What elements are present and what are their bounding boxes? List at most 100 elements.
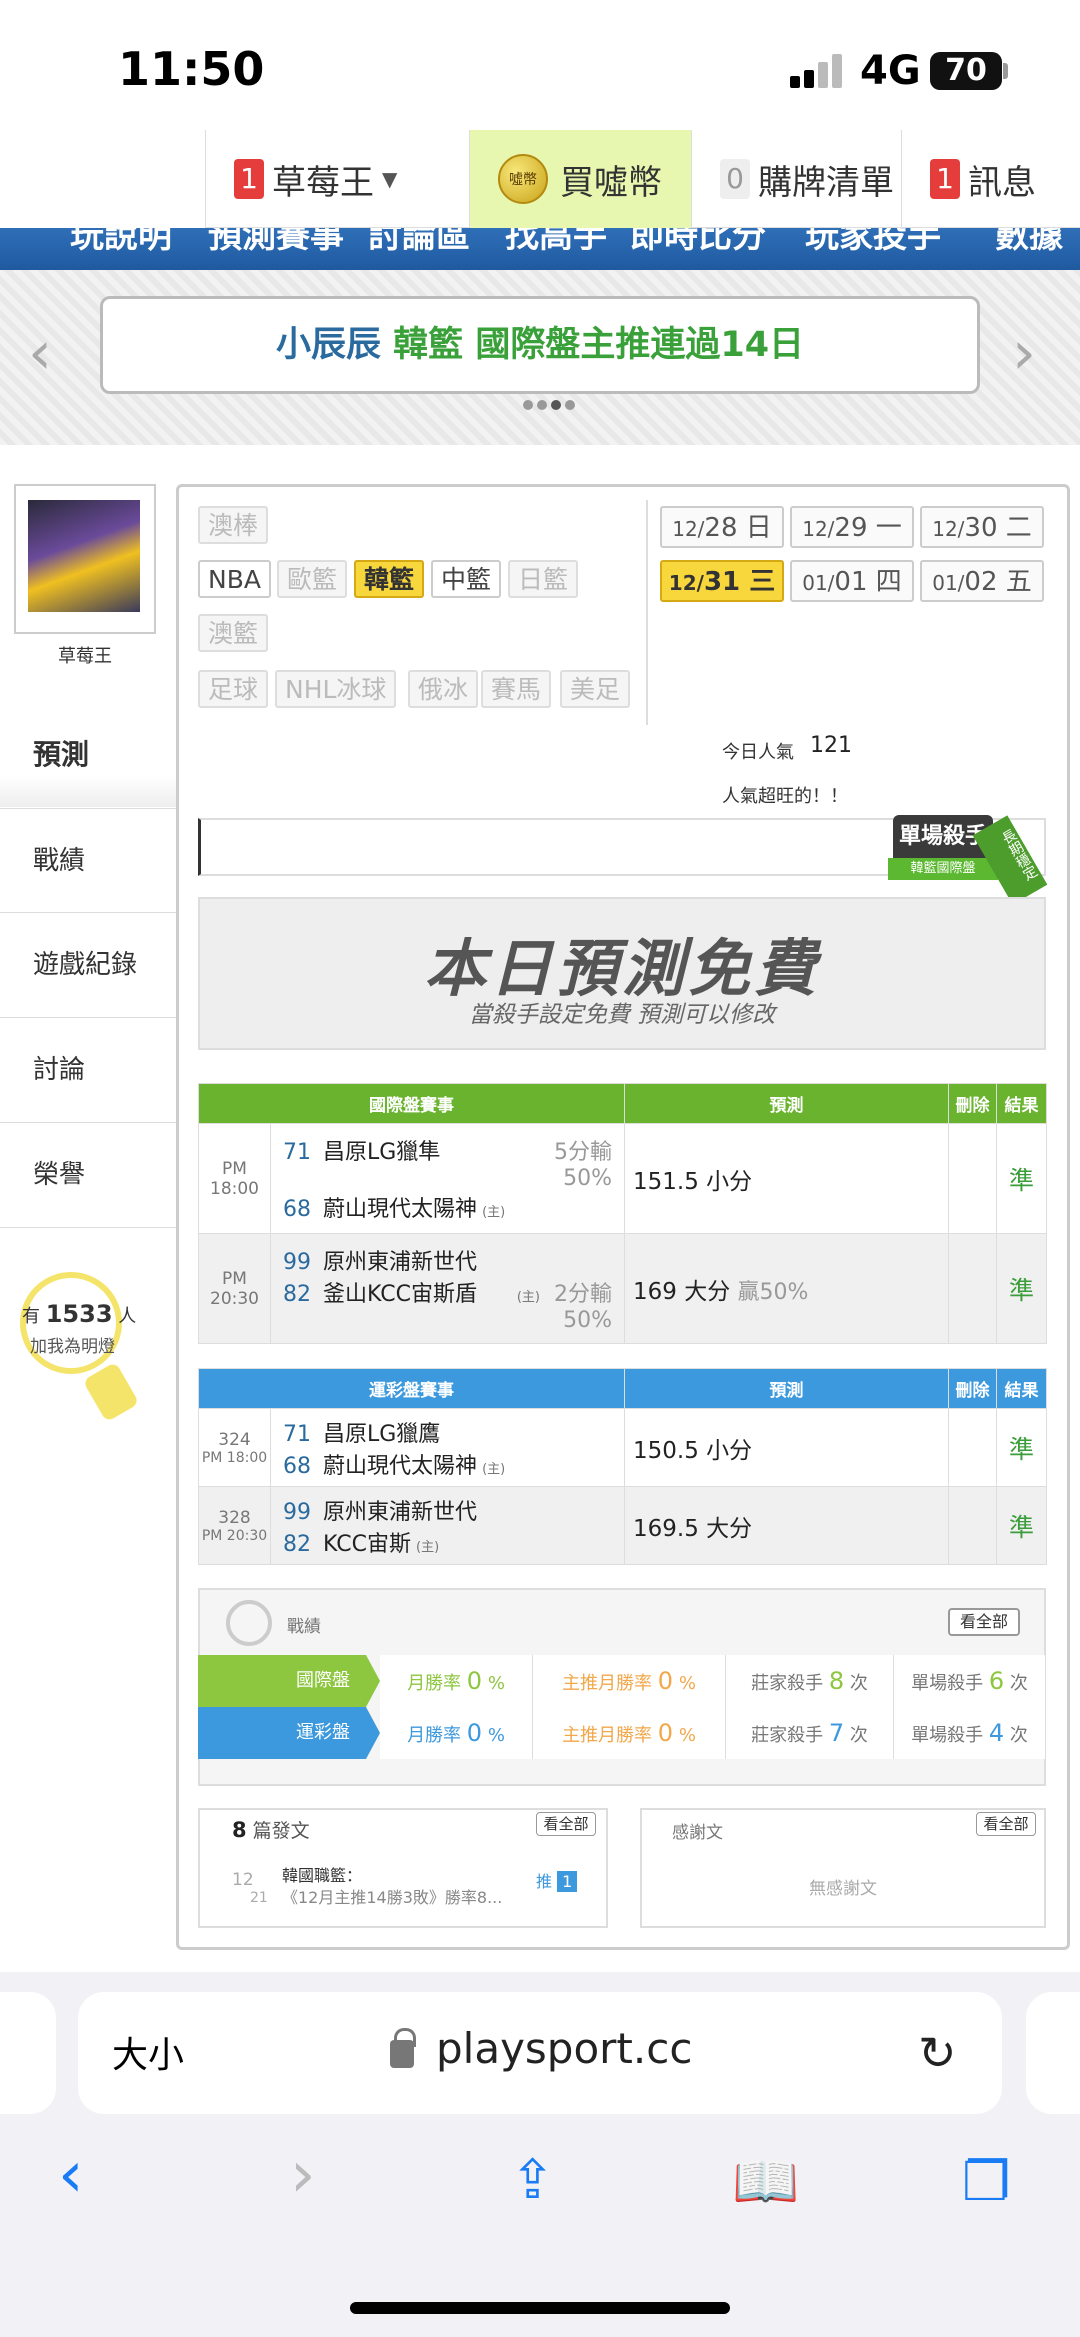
popularity-label: 今日人氣 (722, 742, 794, 763)
home-indicator (350, 2302, 730, 2314)
bookmarks-icon[interactable]: 📖 (732, 2150, 799, 2214)
main-menu: 玩說明 預測賽事 討論區 找高手 即時比分 玩家投手 數據 (0, 228, 1080, 270)
user-menu[interactable]: 1 草莓王 ▼ (205, 130, 469, 228)
intl-table: 國際盤賽事 預測 刪除 結果 PM 18:00 71 昌原LG獵隼 5分輸 50% … (198, 1083, 1047, 1344)
league-tag[interactable]: 美足 (560, 670, 631, 708)
date-button[interactable]: 12/29 一 (790, 506, 914, 548)
lottery-table: 運彩盤賽事 預測 刪除 結果 324 PM 18:00 71 昌原LG獵鷹 68 蔚山… (198, 1368, 1047, 1565)
intl-header: 國際盤賽事 (198, 1083, 625, 1124)
lock-icon (390, 2028, 416, 2068)
signal-icon (790, 54, 850, 88)
league-tag[interactable]: 足球 (198, 670, 269, 708)
chevron-right-icon[interactable]: › (1012, 318, 1036, 388)
free-subtitle: 當殺手設定免費 預測可以修改 (468, 1002, 776, 1028)
table-row[interactable]: PM 18:00 71 昌原LG獵隼 5分輸 50% 68 蔚山現代太陽神 (主) 1… (198, 1123, 1047, 1234)
league-tag[interactable]: 歐籃 (277, 560, 348, 598)
table-row[interactable]: 328 PM 20:30 99 原州東浦新世代 82 KCC宙斯 (主) 169.5 … (198, 1486, 1047, 1565)
banner-league: 韓籃 (393, 325, 464, 365)
status-bar: 11:50 4G 70 (0, 0, 1080, 130)
menu-item[interactable]: 即時比分 (630, 228, 766, 257)
battery-icon: 70 (930, 52, 1002, 90)
record-title: 戰績 (287, 1617, 321, 1637)
lottery-header: 運彩盤賽事 (198, 1368, 625, 1409)
tabs-icon[interactable]: ❐ (962, 2150, 1010, 2213)
user-label: 草莓王 (272, 162, 374, 203)
table-row[interactable]: PM 20:30 99 原州東浦新世代 82 釜山KCC宙斯盾 (主) 2分輸 50% … (198, 1233, 1047, 1344)
post-title[interactable]: 韓國職籃： (282, 1862, 362, 1886)
post-snippet[interactable]: 《12月主推14勝3敗》勝率8... (282, 1884, 502, 1908)
menu-item[interactable]: 數據 (995, 228, 1063, 257)
top-nav: 1 草莓王 ▼ 噓幣 買噓幣 0 購牌清單 1 訊息 (205, 130, 1080, 228)
date-button[interactable]: 01/02 五 (920, 560, 1044, 602)
buy-coin-button[interactable]: 噓幣 買噓幣 (469, 130, 691, 228)
status-time: 11:50 (118, 42, 265, 96)
back-icon[interactable]: ‹ (58, 2138, 84, 2212)
message-button[interactable]: 1 訊息 (901, 130, 1080, 228)
coin-icon: 噓幣 (498, 154, 548, 204)
avatar (28, 500, 140, 612)
date-button[interactable]: 12/28 日 (660, 506, 784, 548)
date-button[interactable]: 12/30 二 (920, 506, 1044, 548)
record-row-lottery: 運彩盤 月勝率 0 % 主推月勝率 0 % 莊家殺手 7 次 單場殺手 4 次 (198, 1707, 1046, 1759)
menu-item[interactable]: 討論區 (368, 228, 470, 257)
user-badge: 1 (234, 159, 264, 199)
see-all-button[interactable]: 看全部 (976, 1812, 1036, 1836)
league-tag[interactable]: 賽馬 (481, 670, 552, 708)
record-row-intl: 國際盤 月勝率 0 % 主推月勝率 0 % 莊家殺手 8 次 單場殺手 6 次 (198, 1655, 1046, 1707)
share-icon[interactable]: ⇪ (510, 2148, 555, 2211)
cart-badge: 0 (720, 159, 750, 199)
profile-name: 草莓王 (58, 646, 112, 667)
sidebar-item-honor[interactable]: 榮譽 (0, 1123, 178, 1228)
push-label: 推 1 (536, 1868, 578, 1892)
league-tag[interactable]: NBA (198, 560, 271, 598)
banner-dots (523, 400, 575, 410)
popularity-sub: 人氣超旺的！！ (722, 786, 848, 807)
league-tag[interactable]: 澳棒 (198, 506, 269, 544)
avatar-frame[interactable] (14, 484, 156, 634)
fans-count[interactable]: 有 1533 人 (22, 1300, 136, 1328)
cart-label: 購牌清單 (758, 162, 894, 203)
sidebar-item-discuss[interactable]: 討論 (0, 1018, 178, 1123)
banner-text: 國際盤主推連過14日 (475, 325, 805, 365)
fans-number: 1533 (45, 1300, 113, 1328)
posts-count: 8 篇發文 (232, 1818, 310, 1842)
killer-sub: 韓籃國際盤 (888, 858, 998, 880)
forward-icon[interactable]: › (290, 2138, 316, 2212)
banner-name: 小辰辰 (275, 325, 381, 365)
see-all-button[interactable]: 看全部 (536, 1812, 596, 1836)
url-text[interactable]: playsport.cc (436, 2024, 692, 2073)
post-day: 21 (250, 1890, 268, 1906)
reload-icon[interactable]: ↻ (918, 2026, 957, 2080)
menu-item[interactable]: 找高手 (505, 228, 607, 257)
sidebar-item-game-log[interactable]: 遊戲紀錄 (0, 913, 178, 1018)
network-type: 4G (860, 48, 921, 94)
target-icon (226, 1600, 272, 1646)
league-tag[interactable]: NHL冰球 (275, 670, 397, 708)
sidebar-item-predict[interactable]: 預測 (0, 702, 178, 807)
see-all-button[interactable]: 看全部 (948, 1608, 1020, 1636)
popularity-value: 121 (810, 733, 852, 758)
message-label: 訊息 (968, 162, 1036, 203)
chevron-left-icon[interactable]: ‹ (28, 318, 52, 388)
thanks-label: 感謝文 (672, 1823, 723, 1843)
menu-item[interactable]: 預測賽事 (208, 228, 344, 257)
menu-item[interactable]: 玩家投手 (805, 228, 941, 257)
cart-button[interactable]: 0 購牌清單 (691, 130, 901, 228)
thanks-empty: 無感謝文 (809, 1879, 877, 1899)
buy-label: 買噓幣 (560, 162, 662, 203)
league-tag[interactable]: 中籃 (431, 560, 502, 598)
menu-item[interactable]: 玩說明 (70, 228, 172, 257)
league-tag-selected[interactable]: 韓籃 (354, 560, 425, 598)
league-tag[interactable]: 澳籃 (198, 614, 269, 652)
date-button-selected[interactable]: 12/31 三 (660, 560, 784, 602)
chevron-down-icon: ▼ (382, 167, 398, 191)
text-size-button[interactable]: 大小 (112, 2026, 184, 2078)
fans-sub[interactable]: 加我為明燈 (30, 1332, 115, 1357)
league-tag[interactable]: 日籃 (508, 560, 579, 598)
banner[interactable]: 小辰辰 韓籃 國際盤主推連過14日 (100, 296, 980, 394)
table-row[interactable]: 324 PM 18:00 71 昌原LG獵鷹 68 蔚山現代太陽神 (主) 150.5… (198, 1408, 1047, 1487)
league-tag[interactable]: 俄冰 (408, 670, 479, 708)
sidebar-item-record[interactable]: 戰績 (0, 808, 178, 913)
message-badge: 1 (930, 159, 960, 199)
date-button[interactable]: 01/01 四 (790, 560, 914, 602)
